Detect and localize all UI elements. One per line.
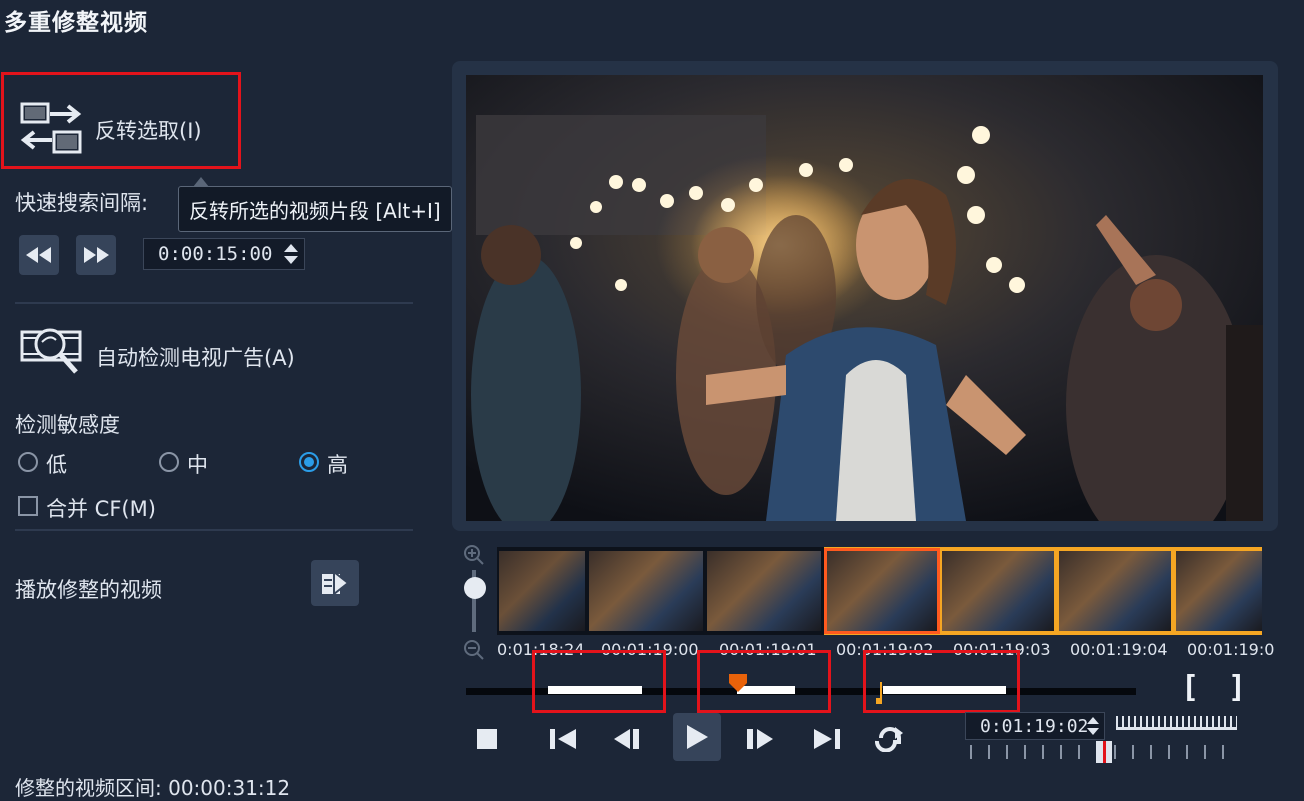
frame-thumbnail-current[interactable]	[824, 548, 940, 634]
play-trimmed-button[interactable]	[311, 560, 359, 606]
rewind-icon	[26, 247, 51, 263]
spinner-icon	[284, 244, 298, 264]
skip-end-icon	[814, 729, 840, 749]
play-icon	[687, 725, 708, 749]
shuttle-thumb[interactable]	[1096, 741, 1112, 763]
jog-ruler[interactable]	[1116, 716, 1237, 730]
sensitivity-high-radio[interactable]	[299, 452, 319, 472]
timecode-label: 00:01:19:0	[1187, 640, 1275, 659]
sensitivity-label: 检测敏感度	[15, 413, 120, 437]
highlight-segment-2	[697, 650, 831, 713]
frame-thumbnail[interactable]	[499, 551, 585, 631]
frame-thumbnail[interactable]	[589, 551, 703, 631]
fast-forward-button[interactable]	[76, 235, 116, 275]
zoom-slider-thumb[interactable]	[464, 577, 486, 599]
frame-thumbnail[interactable]	[1176, 551, 1262, 631]
quick-search-label: 快速搜索间隔:	[15, 191, 149, 215]
play-trimmed-label: 播放修整的视频	[15, 578, 162, 602]
divider	[15, 302, 413, 304]
invert-selection-icon[interactable]	[18, 100, 84, 156]
divider	[15, 529, 413, 531]
frame-thumbnail[interactable]	[942, 551, 1054, 631]
merge-cf-label[interactable]: 合并 CF(M)	[46, 493, 156, 523]
fast-forward-icon	[84, 247, 109, 263]
mark-in-button[interactable]: [	[1181, 670, 1199, 705]
window-title: 多重修整视频	[4, 10, 148, 36]
sensitivity-low-radio[interactable]	[18, 452, 38, 472]
frame-thumbnail[interactable]	[707, 551, 821, 631]
auto-detect-button[interactable]: 自动检测电视广告(A)	[96, 342, 295, 372]
skip-start-icon	[550, 729, 576, 749]
play-video-icon	[322, 569, 350, 597]
quick-search-interval-input[interactable]: 0:00:15:00	[143, 238, 305, 270]
spinner-icon	[1087, 717, 1099, 735]
playhead-timecode-input[interactable]: 0:01:19:02	[965, 712, 1105, 740]
sensitivity-medium-radio[interactable]	[159, 452, 179, 472]
sensitivity-medium-label[interactable]: 中	[187, 449, 208, 479]
previous-frame-button[interactable]	[610, 725, 644, 753]
timeline-filmstrip[interactable]	[497, 547, 1262, 635]
auto-detect-icon[interactable]	[20, 322, 86, 376]
zoom-in-icon[interactable]	[463, 544, 485, 566]
go-to-end-button[interactable]	[810, 725, 844, 753]
sensitivity-high-label[interactable]: 高	[327, 449, 348, 479]
mark-out-button[interactable]: ]	[1228, 670, 1246, 705]
play-button[interactable]	[673, 713, 721, 761]
merge-cf-checkbox[interactable]	[18, 496, 38, 516]
highlight-segment-3	[863, 650, 1020, 713]
playhead-timecode-value: 0:01:19:02	[980, 715, 1089, 737]
trimmed-interval-text: 修整的视频区间: 00:00:31:12	[15, 776, 291, 800]
quick-search-value: 0:00:15:00	[158, 243, 273, 265]
zoom-out-icon[interactable]	[463, 639, 485, 661]
invert-selection-button[interactable]: 反转选取(I)	[95, 115, 202, 145]
shuttle-indicator	[1102, 741, 1106, 763]
stop-icon	[477, 729, 497, 749]
next-frame-icon	[747, 729, 773, 749]
repeat-icon	[875, 727, 903, 752]
next-frame-button[interactable]	[743, 725, 777, 753]
sensitivity-low-label[interactable]: 低	[46, 449, 67, 479]
tooltip: 反转所选的视频片段 [Alt+I]	[178, 177, 452, 232]
frame-thumbnail[interactable]	[1059, 551, 1171, 631]
stop-button[interactable]	[473, 725, 501, 753]
rewind-button[interactable]	[19, 235, 59, 275]
repeat-button[interactable]	[873, 722, 907, 756]
video-preview	[466, 75, 1263, 521]
timecode-label: 00:01:19:04	[1070, 640, 1168, 659]
previous-frame-icon	[614, 729, 639, 749]
highlight-segment-1	[532, 650, 666, 713]
go-to-start-button[interactable]	[546, 725, 580, 753]
video-frame-image	[466, 75, 1263, 521]
tooltip-text: 反转所选的视频片段 [Alt+I]	[189, 198, 441, 223]
